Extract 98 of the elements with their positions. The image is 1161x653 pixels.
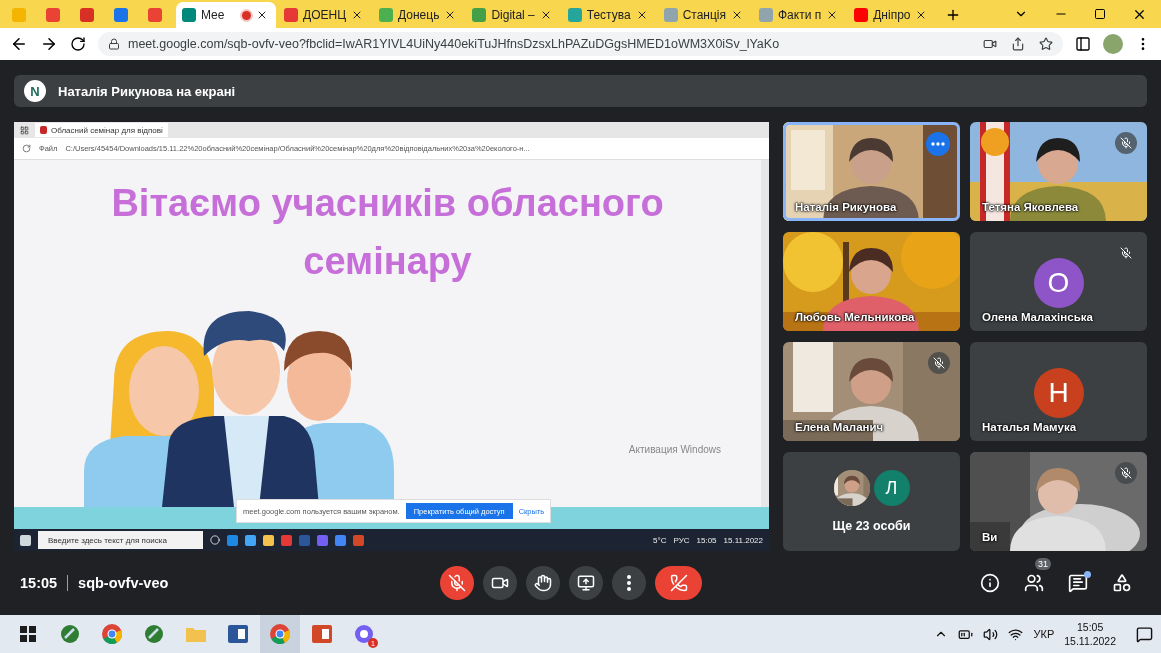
mic-off-icon [448,574,466,592]
hang-up-icon [669,574,688,592]
site-icon [80,8,94,22]
site-icon [284,8,298,22]
camera-icon[interactable] [983,37,997,51]
presenter-avatar: N [24,80,46,102]
reload-icon [22,144,31,153]
people-icon [1024,573,1044,593]
lock-icon [108,38,120,50]
wifi-icon[interactable] [1008,626,1024,642]
close-icon[interactable] [731,9,743,21]
chat-icon [1068,573,1088,593]
volume-icon[interactable] [983,626,999,642]
site-icon [663,8,678,22]
info-icon [980,573,1000,593]
browser-tab[interactable]: ДОЕНЦ [278,2,371,28]
meeting-time: 15:05 [20,575,58,591]
start-icon [20,534,31,546]
more-participants: Ще 23 особи [831,519,912,533]
browser-tab[interactable]: Digital – [466,2,560,28]
browser-tab[interactable]: Донець [373,2,465,28]
app-icon [60,624,80,644]
participant-avatar: Н [1033,368,1084,418]
address-bar[interactable]: meet.google.com/sqb-ovfv-veo?fbclid=IwAR1YIVL4UiNy440ekiTuJHfnsDzsxLhPAZuDGgsHMED1oWM3X0iSv_lYaKo [98,32,1063,56]
participant-name: Тетяна Яковлева [982,201,1079,213]
participant-name: Наталья Мамука [982,421,1077,433]
hand-button[interactable] [526,566,560,600]
chat-bubble-icon [354,624,374,644]
count-badge: 31 [1035,558,1051,570]
camera-button[interactable] [483,566,517,600]
browser-tab[interactable]: Факти п [753,2,847,28]
browser-tab[interactable]: Тестува [561,2,656,28]
back-icon[interactable] [10,35,28,53]
side-panel-icon[interactable] [1075,36,1091,52]
folder-icon [186,626,206,642]
hand-icon [534,574,552,592]
inner-search-field[interactable]: Введите здесь текст для поиска [38,531,203,549]
site-icon [114,8,128,22]
app-icon [317,534,328,546]
bookmark-icon[interactable] [1039,37,1053,51]
forward-icon[interactable] [40,35,58,53]
windows-icon [20,626,36,642]
slide-title: Вітаємо учасників обласного семінару [110,181,665,284]
site-icon [148,8,162,22]
more-button[interactable] [612,566,646,600]
browser-tab[interactable]: Дніпро [848,2,936,28]
presenter-text: Наталія Рикунова на екрані [58,83,236,99]
more-icon [931,142,945,146]
reload-icon[interactable] [70,36,86,52]
hangup-button[interactable] [655,566,702,600]
mic-button[interactable] [440,566,474,600]
participant-avatar: О [1033,258,1084,308]
present-icon [577,574,595,592]
browser-tab[interactable]: Станція [657,2,751,28]
shapes-icon [1112,573,1132,593]
clock-text: 15:05 [696,535,717,545]
close-icon[interactable] [351,9,363,21]
activities-button[interactable] [1111,572,1133,594]
circle-icon [210,535,220,545]
participant-name: Ви [982,531,998,543]
language-text: РУС [673,535,690,545]
share-icon[interactable] [1011,37,1025,51]
site-icon [182,8,196,22]
site-icon [12,8,26,22]
site-icon [472,8,487,22]
keyboard-language[interactable]: УКР [1033,628,1055,640]
weather-text: 5°C [653,535,667,545]
participant-name: Олена Малахінська [982,311,1093,323]
site-icon [379,8,393,22]
tabs-icon [20,125,29,135]
app-icon [245,534,256,546]
chat-button[interactable] [1067,572,1089,594]
folder-icon [263,534,274,546]
app-icon [144,624,164,644]
chrome-icon [102,624,122,644]
app-icon [227,534,238,546]
taskbar-clock[interactable]: 15:05 15.11.2022 [1064,620,1116,648]
app-icon [281,534,292,546]
browser-tab[interactable]: Mee [176,2,276,28]
chrome-icon [270,624,290,644]
close-icon[interactable] [256,9,268,21]
site-icon [46,8,60,22]
profile-avatar[interactable] [1103,34,1123,54]
activation-notice: Активация Windows [628,444,721,455]
meeting-code: sqb-ovfv-veo [78,575,169,591]
participant-avatar: Л [873,470,910,506]
notifications-icon[interactable] [1136,625,1153,643]
site-icon [854,8,869,22]
more-icon [627,575,631,591]
info-button[interactable] [979,572,1001,594]
site-icon [567,8,582,22]
date-text: 15.11.2022 [723,535,763,545]
site-icon [759,8,773,22]
participant-name: Любовь Мельникова [795,311,915,323]
restore-icon[interactable] [1094,8,1106,20]
present-button[interactable] [569,566,603,600]
app-icon [335,534,346,546]
app-icon [353,534,364,546]
